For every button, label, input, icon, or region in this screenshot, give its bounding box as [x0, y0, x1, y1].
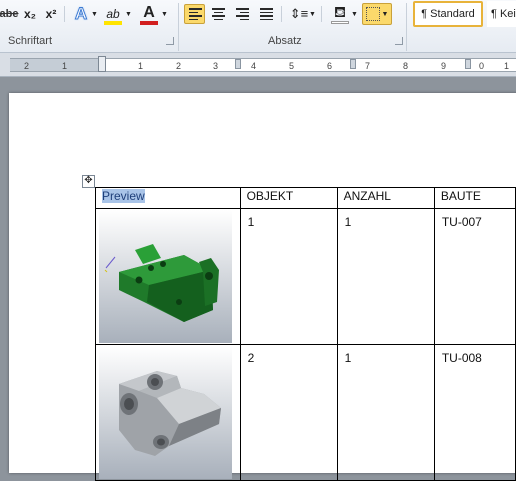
header-bauteil: BAUTE	[440, 189, 481, 203]
divider	[321, 6, 322, 22]
preview-cell[interactable]	[95, 208, 241, 345]
align-right-button[interactable]	[232, 4, 253, 24]
text-effects-button[interactable]: A	[70, 3, 92, 25]
justify-button[interactable]	[256, 4, 277, 24]
font-group-label: Schriftart	[8, 35, 53, 47]
ruler-label: 2	[176, 61, 182, 71]
ruler-label: 1	[62, 61, 68, 71]
ruler-label: 1	[138, 61, 144, 71]
column-marker[interactable]	[350, 59, 356, 69]
objekt-value: 2	[247, 351, 255, 365]
strikethrough-button[interactable]: abe	[0, 4, 18, 24]
chevron-down-icon[interactable]: ▼	[309, 8, 316, 20]
objekt-cell[interactable]: 2	[239, 344, 338, 481]
chevron-down-icon[interactable]: ▼	[125, 8, 132, 20]
horizontal-ruler[interactable]: 2 1 1 2 3 4 5 6 7 8 9 0 1	[0, 53, 516, 77]
header-cell[interactable]: ANZAHL	[336, 187, 435, 209]
ruler-label: 9	[441, 61, 447, 71]
font-color-bar	[140, 21, 158, 25]
divider	[281, 6, 282, 22]
dialog-launcher-icon[interactable]	[166, 37, 174, 45]
paragraph-group-label: Absatz	[268, 35, 302, 47]
ruler-label: 8	[403, 61, 409, 71]
align-center-button[interactable]	[208, 4, 229, 24]
ruler-label: 2	[24, 61, 30, 71]
objekt-value: 1	[247, 215, 255, 229]
align-left-button[interactable]	[184, 4, 205, 24]
bauteil-cell[interactable]: TU-008	[433, 344, 516, 481]
objekt-cell[interactable]: 1	[239, 208, 338, 345]
divider	[64, 6, 65, 22]
column-marker[interactable]	[465, 59, 471, 69]
border-grid-icon	[365, 7, 380, 21]
bauteil-cell[interactable]: TU-007	[433, 208, 516, 345]
ruler-strip: 2 1 1 2 3 4 5 6 7 8 9 0 1	[10, 56, 516, 72]
superscript-button[interactable]: x²	[41, 4, 61, 24]
table-move-handle-icon[interactable]: ✥	[82, 175, 95, 188]
group-divider	[406, 3, 407, 51]
font-color-button[interactable]: A	[138, 3, 160, 23]
part-image-green-bracket	[99, 210, 232, 343]
table-row: 2 1 TU-008	[95, 344, 516, 481]
chevron-down-icon[interactable]: ▼	[91, 8, 98, 20]
shading-color-bar	[331, 21, 349, 24]
preview-cell[interactable]	[95, 344, 241, 481]
ruler-label: 6	[327, 61, 333, 71]
line-spacing-icon[interactable]: ⇕≡	[288, 4, 310, 24]
ruler-label: 3	[213, 61, 219, 71]
header-preview: Preview	[102, 189, 145, 203]
style-standard[interactable]: ¶ Standard	[413, 1, 483, 27]
parts-table: Preview OBJEKT ANZAHL BAUTE 1 1 TU-007 2…	[95, 187, 516, 481]
anzahl-cell[interactable]: 1	[336, 208, 435, 345]
chevron-down-icon[interactable]: ▼	[161, 8, 168, 20]
table-row: 1 1 TU-007	[95, 208, 516, 345]
anzahl-value: 1	[344, 215, 352, 229]
header-anzahl: ANZAHL	[343, 189, 391, 203]
header-cell[interactable]: BAUTE	[433, 187, 516, 209]
ruler-label: 1	[504, 61, 510, 71]
ruler-label: 5	[289, 61, 295, 71]
group-divider	[178, 3, 179, 51]
header-cell[interactable]: Preview	[95, 187, 241, 209]
highlight-color-bar	[104, 21, 122, 25]
borders-button[interactable]: ▼	[362, 3, 392, 25]
anzahl-value: 1	[344, 351, 352, 365]
dialog-launcher-icon[interactable]	[395, 37, 403, 45]
subscript-button[interactable]: x₂	[20, 4, 40, 24]
bauteil-value: TU-007	[441, 215, 482, 229]
header-cell[interactable]: OBJEKT	[239, 187, 338, 209]
shading-icon[interactable]: ⛾	[329, 3, 351, 23]
ruler-label: 7	[365, 61, 371, 71]
part-image-gray-link	[99, 346, 232, 479]
column-marker[interactable]	[235, 59, 241, 69]
ruler-label: 0	[479, 61, 485, 71]
ruler-label: 4	[251, 61, 257, 71]
style-no-spacing[interactable]: ¶ Kei	[487, 1, 516, 27]
header-objekt: OBJEKT	[246, 189, 294, 203]
chevron-down-icon[interactable]: ▼	[351, 8, 358, 20]
bauteil-value: TU-008	[441, 351, 482, 365]
indent-marker[interactable]	[98, 56, 106, 72]
anzahl-cell[interactable]: 1	[336, 344, 435, 481]
table-header-row: Preview OBJEKT ANZAHL BAUTE	[95, 187, 516, 209]
chevron-down-icon: ▼	[381, 10, 389, 18]
ribbon: abe x₂ x² A ▼ ab ▼ A ▼ Schriftart ⇕≡ ▼ ⛾…	[0, 0, 516, 53]
